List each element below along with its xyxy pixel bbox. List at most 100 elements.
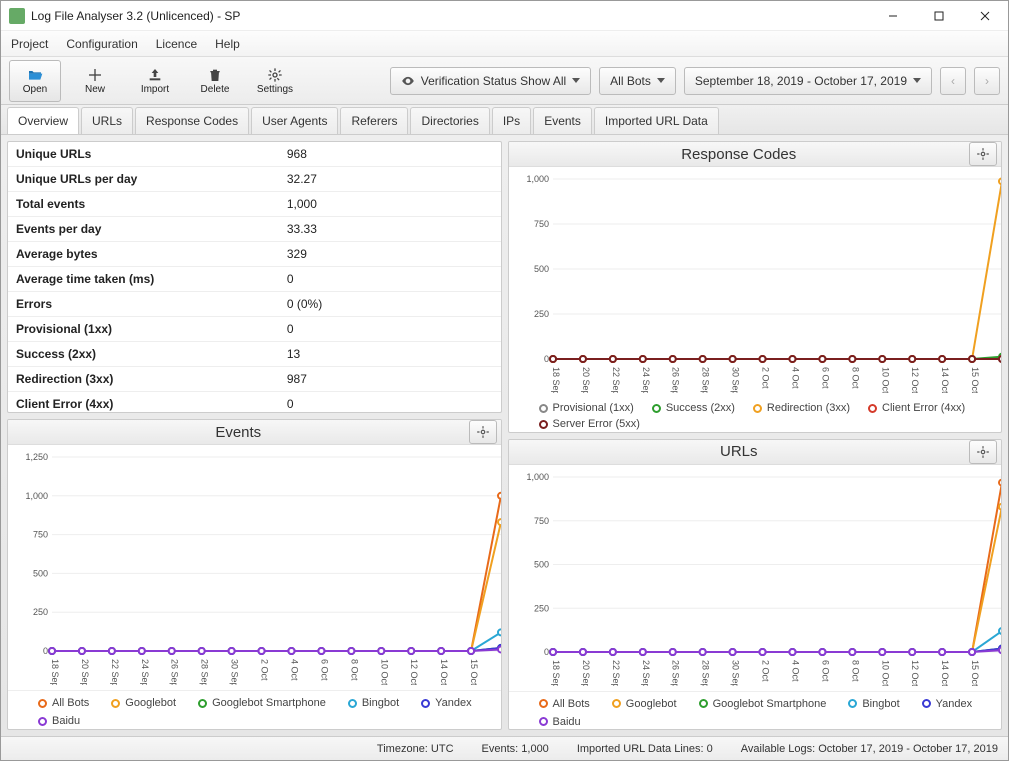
svg-text:28 Sep: 28 Sep [700, 367, 710, 393]
legend-item[interactable]: Success (2xx) [652, 402, 735, 414]
svg-text:1,000: 1,000 [25, 491, 48, 501]
svg-text:22 Sep: 22 Sep [610, 367, 620, 393]
daterange-dropdown[interactable]: September 18, 2019 - October 17, 2019 [684, 67, 932, 95]
date-prev-button[interactable]: ‹ [940, 67, 966, 95]
legend-item[interactable]: Redirection (3xx) [753, 402, 850, 414]
legend-dot [612, 699, 621, 708]
settings-button[interactable]: Settings [249, 60, 301, 102]
legend-item[interactable]: Server Error (5xx) [539, 418, 640, 430]
tab-urls[interactable]: URLs [81, 107, 133, 134]
svg-text:22 Sep: 22 Sep [610, 660, 620, 686]
svg-text:250: 250 [533, 309, 548, 319]
chevron-down-icon [913, 78, 921, 83]
legend-item[interactable]: Bingbot [348, 697, 399, 709]
import-button[interactable]: Import [129, 60, 181, 102]
svg-text:12 Oct: 12 Oct [910, 660, 920, 686]
urls-gear-button[interactable] [969, 440, 997, 464]
tab-ips[interactable]: IPs [492, 107, 531, 134]
bots-dropdown[interactable]: All Bots [599, 67, 676, 95]
legend-item[interactable]: Googlebot [111, 697, 176, 709]
close-button[interactable] [962, 1, 1008, 31]
svg-text:750: 750 [533, 515, 548, 525]
svg-text:28 Sep: 28 Sep [700, 660, 710, 686]
events-gear-button[interactable] [469, 420, 497, 444]
stats-scroll[interactable]: Unique URLs968Unique URLs per day32.27To… [8, 142, 501, 412]
stats-table: Unique URLs968Unique URLs per day32.27To… [8, 142, 501, 412]
svg-text:17 Oct: 17 Oct [1000, 367, 1003, 393]
legend-item[interactable]: All Bots [38, 697, 89, 709]
tabs: Overview URLs Response Codes User Agents… [1, 105, 1008, 135]
urls-panel: URLs 02505007501,00018 Sep20 Sep22 Sep24… [508, 439, 1003, 731]
legend-label: All Bots [553, 698, 590, 710]
verification-dropdown[interactable]: Verification Status Show All [390, 67, 591, 95]
legend-dot [848, 699, 857, 708]
menu-configuration[interactable]: Configuration [66, 37, 137, 51]
legend-item[interactable]: Baidu [539, 716, 581, 728]
legend-dot [111, 699, 120, 708]
legend-item[interactable]: Client Error (4xx) [868, 402, 965, 414]
legend-item[interactable]: Provisional (1xx) [539, 402, 634, 414]
tab-response-codes[interactable]: Response Codes [135, 107, 249, 134]
svg-text:30 Sep: 30 Sep [230, 659, 240, 685]
legend-item[interactable]: Baidu [38, 715, 80, 727]
table-row: Events per day33.33 [8, 217, 501, 242]
response-codes-chart: 02505007501,00018 Sep20 Sep22 Sep24 Sep2… [509, 167, 1002, 398]
svg-text:10 Oct: 10 Oct [880, 660, 890, 686]
svg-text:1,000: 1,000 [526, 472, 549, 482]
legend-item[interactable]: Googlebot Smartphone [198, 697, 326, 709]
tab-referers[interactable]: Referers [340, 107, 408, 134]
svg-text:26 Sep: 26 Sep [170, 659, 180, 685]
legend-item[interactable]: Yandex [922, 698, 973, 710]
stat-value: 987 [279, 367, 501, 392]
legend-item[interactable]: All Bots [539, 698, 590, 710]
svg-text:24 Sep: 24 Sep [140, 659, 150, 685]
svg-text:4 Oct: 4 Oct [790, 660, 800, 682]
svg-text:22 Sep: 22 Sep [110, 659, 120, 685]
svg-text:17 Oct: 17 Oct [499, 659, 502, 685]
new-label: New [85, 84, 105, 95]
plus-icon [86, 67, 104, 83]
tab-user-agents[interactable]: User Agents [251, 107, 338, 134]
tab-imported-url[interactable]: Imported URL Data [594, 107, 719, 134]
status-timezone: Timezone: UTC [377, 743, 454, 755]
daterange-label: September 18, 2019 - October 17, 2019 [695, 74, 907, 88]
legend-label: Googlebot [626, 698, 677, 710]
app-window: Log File Analyser 3.2 (Unlicenced) - SP … [0, 0, 1009, 761]
minimize-button[interactable] [870, 1, 916, 31]
import-label: Import [141, 84, 169, 95]
stat-value: 33.33 [279, 217, 501, 242]
svg-text:0: 0 [43, 646, 48, 656]
maximize-button[interactable] [916, 1, 962, 31]
legend-label: Provisional (1xx) [553, 402, 634, 414]
svg-text:20 Sep: 20 Sep [80, 659, 90, 685]
delete-button[interactable]: Delete [189, 60, 241, 102]
menu-licence[interactable]: Licence [156, 37, 197, 51]
stat-value: 0 [279, 267, 501, 292]
legend-item[interactable]: Googlebot Smartphone [699, 698, 827, 710]
svg-text:10 Oct: 10 Oct [880, 367, 890, 393]
stat-value: 32.27 [279, 167, 501, 192]
open-button[interactable]: Open [9, 60, 61, 102]
tab-overview[interactable]: Overview [7, 107, 79, 134]
legend-dot [38, 717, 47, 726]
legend-dot [652, 404, 661, 413]
tab-directories[interactable]: Directories [410, 107, 489, 134]
table-row: Unique URLs968 [8, 142, 501, 167]
menu-help[interactable]: Help [215, 37, 240, 51]
date-next-button[interactable]: › [974, 67, 1000, 95]
legend-item[interactable]: Bingbot [848, 698, 899, 710]
legend-item[interactable]: Yandex [421, 697, 472, 709]
table-row: Client Error (4xx)0 [8, 392, 501, 413]
tab-events[interactable]: Events [533, 107, 592, 134]
stat-label: Errors [8, 292, 279, 317]
gear-icon [476, 425, 490, 439]
response-codes-gear-button[interactable] [969, 142, 997, 166]
stat-value: 0 [279, 392, 501, 413]
stat-value: 968 [279, 142, 501, 167]
stats-panel: Unique URLs968Unique URLs per day32.27To… [7, 141, 502, 413]
new-button[interactable]: New [69, 60, 121, 102]
svg-text:500: 500 [533, 264, 548, 274]
menu-project[interactable]: Project [11, 37, 48, 51]
legend-item[interactable]: Googlebot [612, 698, 677, 710]
table-row: Errors0 (0%) [8, 292, 501, 317]
